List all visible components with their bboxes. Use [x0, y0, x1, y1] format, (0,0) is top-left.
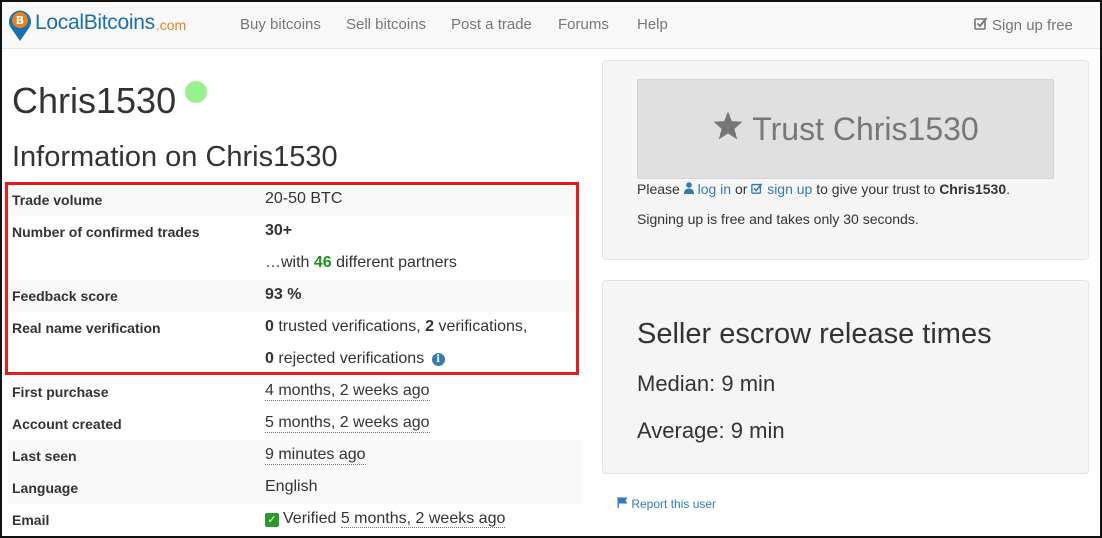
trust-instructions: Please log in or sign up to give your tr… — [637, 181, 1010, 197]
brand-logo[interactable]: B LocalBitcoins .com — [7, 8, 187, 41]
partners-value: …with 46 different partners — [265, 254, 457, 272]
real-name-label: Real name verification — [12, 320, 161, 336]
table-row-trade-volume: Trade volume 20-50 BTC — [8, 184, 582, 216]
trusted-text: trusted verifications, — [278, 318, 421, 335]
language-label: Language — [12, 480, 79, 496]
signup-nav-label: Sign up free — [992, 16, 1073, 34]
top-navbar: B LocalBitcoins .com Buy bitcoins Sell b… — [2, 2, 1100, 49]
verifications-text: verifications, — [438, 318, 528, 335]
table-row-email: Email ✓ Verified 5 months, 2 weeks ago — [8, 504, 582, 536]
signup-link[interactable]: sign up — [751, 181, 812, 197]
login-link-label: log in — [697, 181, 732, 197]
verified-check-icon: ✓ — [265, 513, 279, 527]
account-created-value[interactable]: 5 months, 2 weeks ago — [265, 414, 430, 433]
to-give-text: to give your trust to — [816, 181, 936, 197]
nav-help[interactable]: Help — [637, 16, 668, 33]
email-verified-time[interactable]: 5 months, 2 weeks ago — [340, 510, 506, 528]
verifications-value: 0 trusted verifications, 2 verifications… — [265, 318, 527, 336]
brand-name: LocalBitcoins — [35, 11, 155, 34]
table-row-rejected: 0 rejected verifications i — [8, 344, 582, 376]
info-heading: Information on Chris1530 — [12, 141, 338, 173]
first-purchase-label: First purchase — [12, 384, 109, 400]
nav-sell-bitcoins[interactable]: Sell bitcoins — [346, 16, 426, 33]
rejected-value: 0 rejected verifications i — [265, 350, 445, 368]
brand-tld: .com — [155, 17, 187, 33]
signup-nav-link[interactable]: Sign up free — [974, 16, 1073, 34]
login-link[interactable]: log in — [683, 181, 732, 197]
checkbox-edit-icon — [751, 181, 767, 197]
period-text: . — [1006, 181, 1011, 197]
table-row-confirmed-trades: Number of confirmed trades 30+ — [8, 216, 582, 248]
rejected-text: rejected verifications — [278, 350, 425, 367]
confirmed-trades-value: 30+ — [265, 222, 293, 239]
rejected-count: 0 — [265, 350, 274, 367]
table-row-feedback: Feedback score 93 % — [8, 280, 582, 312]
email-verified-text: Verified — [283, 510, 337, 527]
partners-suffix: different partners — [336, 254, 457, 271]
language-value: English — [265, 478, 318, 495]
table-row-last-seen: Last seen 9 minutes ago — [8, 440, 582, 472]
partners-count: 46 — [313, 254, 332, 271]
first-purchase-value[interactable]: 4 months, 2 weeks ago — [265, 382, 430, 401]
flag-icon — [617, 497, 631, 511]
feedback-score-label: Feedback score — [12, 288, 118, 304]
checkbox-edit-icon — [974, 16, 988, 34]
signing-note: Signing up is free and takes only 30 sec… — [637, 211, 919, 227]
table-row-partners: …with 46 different partners — [8, 248, 582, 280]
confirmed-trades-label: Number of confirmed trades — [12, 224, 200, 240]
nav-forums[interactable]: Forums — [558, 16, 609, 33]
trust-button-label: Trust Chris1530 — [752, 110, 979, 147]
trusted-count: 0 — [265, 318, 274, 335]
last-seen-label: Last seen — [12, 448, 77, 464]
partners-prefix: …with — [265, 254, 310, 271]
table-row-language: Language English — [8, 472, 582, 504]
email-status: ✓ Verified 5 months, 2 weeks ago — [265, 510, 506, 528]
report-user-label: Report this user — [631, 497, 717, 511]
trust-target: Chris1530 — [939, 181, 1007, 197]
table-row-real-name: Real name verification 0 trusted verific… — [8, 312, 582, 344]
table-row-account-created: Account created 5 months, 2 weeks ago — [8, 408, 582, 440]
verifications-count: 2 — [425, 318, 434, 335]
escrow-title: Seller escrow release times — [637, 318, 992, 350]
profile-username: Chris1530 — [12, 80, 177, 121]
trade-volume-label: Trade volume — [12, 192, 103, 208]
last-seen-value[interactable]: 9 minutes ago — [265, 446, 366, 465]
feedback-score-value: 93 % — [265, 286, 302, 303]
email-label: Email — [12, 512, 50, 528]
please-text: Please — [637, 181, 680, 197]
account-created-label: Account created — [12, 416, 122, 432]
trust-button[interactable]: Trust Chris1530 — [637, 79, 1054, 179]
star-icon — [712, 110, 744, 148]
signup-link-label: sign up — [767, 181, 813, 197]
or-text: or — [734, 181, 748, 197]
nav-post-a-trade[interactable]: Post a trade — [451, 16, 532, 33]
online-status-indicator — [185, 81, 207, 103]
info-icon[interactable]: i — [431, 353, 445, 366]
trade-volume-value: 20-50 BTC — [265, 190, 343, 207]
escrow-median: Median: 9 min — [637, 371, 776, 396]
table-row-first-purchase: First purchase 4 months, 2 weeks ago — [8, 376, 582, 408]
escrow-average: Average: 9 min — [637, 418, 785, 443]
report-user-link[interactable]: Report this user — [617, 497, 716, 511]
bitcoin-pin-icon: B — [7, 8, 33, 41]
nav-buy-bitcoins[interactable]: Buy bitcoins — [240, 16, 321, 33]
profile-info-table: Trade volume 20-50 BTC Number of confirm… — [8, 184, 582, 536]
svg-text:B: B — [16, 14, 24, 27]
user-icon — [683, 181, 698, 197]
